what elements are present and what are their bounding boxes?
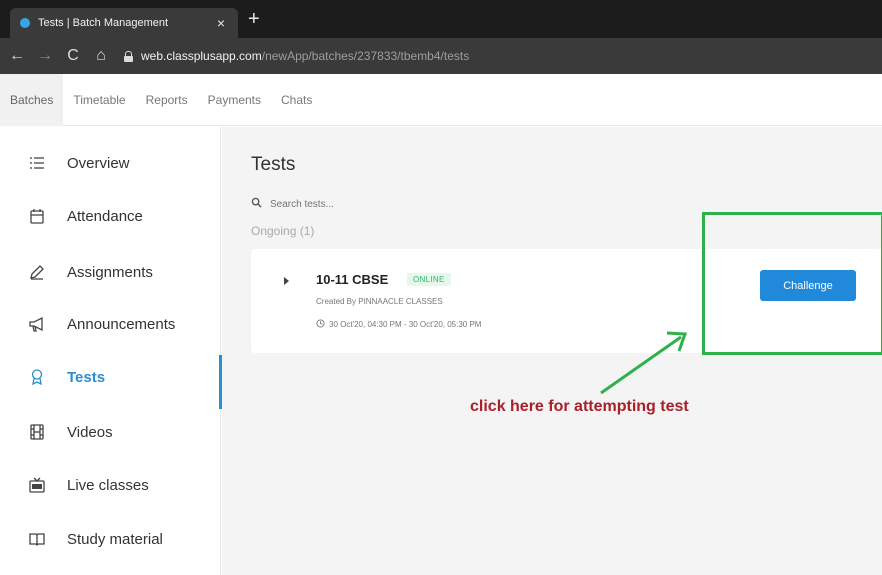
url-host: web.classplusapp.com [141, 49, 262, 63]
home-icon[interactable]: ⌂ [90, 47, 112, 65]
sidebar-item-label: Assignments [67, 263, 153, 281]
book-icon [27, 529, 47, 549]
tab-reports[interactable]: Reports [136, 74, 198, 126]
sidebar-item-label: Videos [67, 423, 113, 441]
sidebar: Overview Attendance Assignments Announce… [0, 127, 222, 575]
annotation-highlight-box [702, 212, 882, 355]
sidebar-item-label: Study material [67, 530, 163, 548]
pencil-icon [27, 262, 47, 282]
sidebar-item-videos[interactable]: Videos [0, 412, 221, 452]
url-field[interactable]: web.classplusapp.com /newApp/batches/237… [124, 43, 469, 69]
list-icon [27, 153, 47, 173]
expand-caret-icon[interactable] [284, 277, 289, 285]
film-icon [27, 422, 47, 442]
new-tab-icon[interactable]: + [248, 9, 260, 29]
rec-icon [27, 475, 47, 495]
calendar-icon [27, 206, 47, 226]
sidebar-item-label: Attendance [67, 207, 143, 225]
sidebar-item-label: Overview [67, 154, 130, 172]
browser-address-bar: ← → C ⌂ web.classplusapp.com /newApp/bat… [0, 38, 882, 74]
test-schedule: 30 Oct'20, 04:30 PM - 30 Oct'20, 05:30 P… [316, 315, 481, 333]
search-input[interactable] [270, 198, 430, 210]
megaphone-icon [27, 314, 47, 334]
status-badge: ONLINE [407, 273, 451, 286]
forward-icon[interactable]: → [34, 47, 56, 65]
tab-timetable[interactable]: Timetable [63, 74, 135, 126]
sidebar-item-label: Live classes [67, 476, 149, 494]
sidebar-item-label: Tests [67, 368, 106, 386]
annotation-arrow-icon [600, 331, 688, 395]
sidebar-item-overview[interactable]: Overview [0, 143, 221, 183]
tab-chats[interactable]: Chats [271, 74, 322, 126]
tab-title: Tests | Batch Management [38, 17, 169, 29]
clock-icon [316, 315, 325, 333]
tab-payments[interactable]: Payments [198, 74, 271, 126]
sidebar-item-attendance[interactable]: Attendance [0, 196, 221, 236]
tab-batches[interactable]: Batches [0, 73, 64, 126]
url-path: /newApp/batches/237833/tbemb4/tests [261, 49, 470, 63]
browser-tab-bar: Tests | Batch Management × + [0, 0, 882, 38]
tab-close-icon[interactable]: × [214, 15, 228, 31]
sidebar-item-label: Announcements [67, 315, 176, 333]
test-name: 10-11 CBSE [316, 272, 389, 287]
section-label-ongoing: Ongoing (1) [251, 224, 315, 238]
search-icon [251, 195, 262, 213]
lock-icon [124, 50, 133, 62]
browser-tab[interactable]: Tests | Batch Management × [10, 8, 238, 38]
reload-icon[interactable]: C [62, 47, 84, 65]
search-bar [251, 195, 430, 213]
sidebar-item-tests[interactable]: Tests [0, 355, 222, 409]
created-by: Created By PINNAACLE CLASSES [316, 297, 443, 306]
top-navigation: Batches Timetable Reports Payments Chats [0, 73, 882, 126]
annotation-text: click here for attempting test [470, 398, 689, 415]
back-icon[interactable]: ← [6, 47, 28, 65]
favicon-icon [20, 18, 30, 28]
award-icon [27, 367, 47, 387]
sidebar-item-live-classes[interactable]: Live classes [0, 465, 221, 505]
sidebar-item-assignments[interactable]: Assignments [0, 252, 221, 292]
page-title: Tests [251, 154, 296, 175]
sidebar-item-study-material[interactable]: Study material [0, 519, 221, 559]
test-time: 30 Oct'20, 04:30 PM - 30 Oct'20, 05:30 P… [329, 319, 482, 329]
sidebar-item-announcements[interactable]: Announcements [0, 304, 221, 344]
